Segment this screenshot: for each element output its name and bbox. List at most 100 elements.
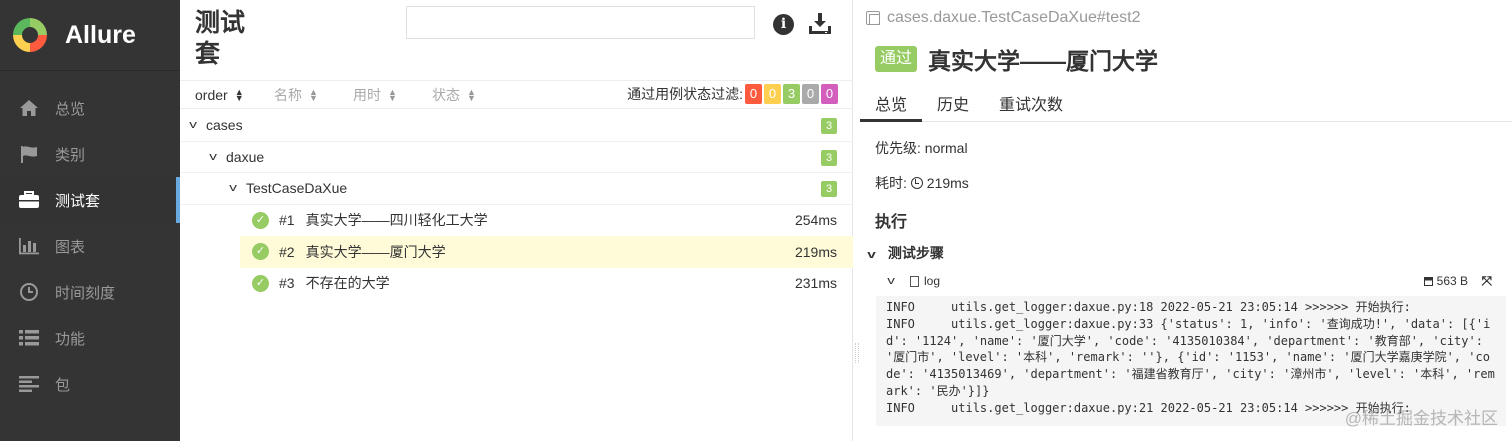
sidebar-item-behaviors[interactable]: 功能	[0, 315, 180, 361]
duration-value: 219ms	[926, 175, 969, 191]
test-case-number: #3	[279, 275, 295, 292]
allure-logo	[13, 18, 47, 52]
filter-badge-skipped[interactable]: 0	[802, 84, 819, 104]
flag-icon	[18, 143, 40, 165]
file-icon	[910, 275, 919, 287]
sidebar-item-label: 包	[55, 376, 71, 394]
sidebar-item-label: 总览	[55, 100, 86, 118]
test-title-text: 真实大学——厦门大学	[928, 48, 1159, 74]
duration-row: 耗时: 219ms	[875, 173, 969, 193]
clock-icon	[910, 177, 923, 189]
sort-label: 名称	[274, 86, 302, 103]
test-case-duration: 219ms	[794, 243, 837, 260]
tree-node-cases[interactable]: v cases 3	[180, 110, 853, 142]
tree-node-label: cases	[206, 117, 243, 134]
tab-history[interactable]: 历史	[922, 84, 984, 122]
sort-arrows-icon: ▲ ▼	[388, 86, 397, 103]
chevron-down-icon: v	[189, 119, 197, 132]
sort-label: order	[195, 86, 228, 103]
attachment-row[interactable]: v log 563 B ⤧	[887, 272, 1502, 290]
test-case-number: #1	[279, 212, 295, 229]
align-left-icon	[18, 373, 40, 395]
sort-label: 用时	[353, 86, 381, 103]
chevron-down-icon: v	[209, 150, 217, 163]
tree-node-daxue[interactable]: v daxue 3	[180, 142, 853, 173]
info-icon[interactable]: i	[773, 14, 794, 35]
sidebar-item-categories[interactable]: 类别	[0, 131, 180, 177]
sort-arrows-icon: ▲ ▼	[467, 86, 476, 103]
brand[interactable]: Allure	[0, 0, 180, 71]
suites-pane: 测试套 i order ▲ ▼ 名称 ▲ ▼ 用时 ▲ ▼ 状态 ▲ ▼ 通过用…	[180, 0, 853, 441]
test-steps-toggle[interactable]: v 测试步骤	[867, 243, 944, 263]
sort-by-name[interactable]: 名称 ▲ ▼	[274, 85, 338, 105]
test-case-row-selected[interactable]: ✓ #2 真实大学——厦门大学 219ms	[240, 236, 853, 268]
sort-by-duration[interactable]: 用时 ▲ ▼	[353, 85, 417, 105]
sidebar-item-label: 测试套	[55, 192, 101, 210]
status-filter: 通过用例状态过滤: 0 0 3 0 0	[627, 84, 838, 104]
tab-retries[interactable]: 重试次数	[984, 84, 1078, 122]
count-badge: 3	[821, 181, 837, 197]
suites-header: 测试套 i	[180, 0, 852, 80]
bar-chart-icon	[18, 235, 40, 257]
filter-badge-broken[interactable]: 0	[764, 84, 781, 104]
test-full-path: cases.daxue.TestCaseDaXue#test2	[866, 9, 1140, 27]
sort-arrows-icon: ▲ ▼	[309, 86, 318, 103]
sidebar-item-suites[interactable]: 测试套	[0, 177, 180, 223]
pane-resize-handle[interactable]	[855, 343, 859, 363]
expand-icon[interactable]: ⤧	[1482, 273, 1492, 289]
sidebar-item-label: 类别	[55, 146, 86, 164]
sort-by-status[interactable]: 状态 ▲ ▼	[432, 85, 496, 105]
sidebar-item-packages[interactable]: 包	[0, 361, 180, 407]
log-line: INFO utils.get_logger:daxue.py:33 {'stat…	[886, 316, 1495, 398]
copy-icon[interactable]	[866, 11, 880, 25]
test-path-text: cases.daxue.TestCaseDaXue#test2	[887, 9, 1141, 26]
chevron-down-icon: v	[229, 182, 237, 195]
status-badge: 通过	[875, 46, 918, 72]
home-icon	[18, 97, 40, 119]
save-icon[interactable]	[1423, 277, 1433, 286]
detail-tabs: 总览 历史 重试次数	[860, 84, 1512, 122]
test-case-row[interactable]: ✓ #1 真实大学——四川轻化工大学 254ms	[180, 205, 853, 237]
sidebar-item-timeline[interactable]: 时间刻度	[0, 269, 180, 315]
watermark: @稀土掘金技术社区	[1344, 409, 1498, 428]
sidebar-item-graphs[interactable]: 图表	[0, 223, 180, 269]
priority-value: normal	[924, 140, 968, 156]
sidebar-item-label: 功能	[55, 330, 86, 348]
attachment-size-value: 563 B	[1436, 274, 1468, 288]
chevron-down-icon: v	[867, 249, 876, 261]
passed-check-icon: ✓	[252, 211, 269, 229]
download-icon[interactable]	[808, 12, 832, 36]
tree-node-label: daxue	[226, 148, 265, 165]
attachment-size: 563 B	[1423, 274, 1468, 288]
page-title: 测试套	[195, 9, 246, 68]
test-case-duration: 254ms	[794, 212, 837, 229]
test-case-number: #2	[279, 243, 295, 260]
attachment-name: log	[924, 274, 941, 288]
test-case-duration: 231ms	[794, 275, 837, 292]
filter-badge-passed[interactable]: 3	[783, 84, 800, 104]
tab-overview[interactable]: 总览	[860, 84, 923, 122]
passed-check-icon: ✓	[252, 274, 269, 292]
passed-check-icon: ✓	[252, 243, 269, 261]
sidebar-item-label: 图表	[55, 238, 86, 256]
brand-name: Allure	[65, 20, 136, 49]
sidebar-item-label: 时间刻度	[55, 284, 116, 302]
filter-badge-failed[interactable]: 0	[745, 84, 762, 104]
execution-heading: 执行	[875, 214, 908, 231]
chevron-down-icon: v	[887, 275, 895, 287]
sort-by-order[interactable]: order ▲ ▼	[195, 87, 259, 103]
sort-label: 状态	[432, 86, 460, 103]
suites-tree: v cases 3 v daxue 3 v TestCaseDaXue 3 ✓ …	[180, 110, 853, 299]
briefcase-icon	[18, 189, 40, 211]
tree-node-testcasedaxue[interactable]: v TestCaseDaXue 3	[180, 173, 853, 205]
test-case-name: 真实大学——四川轻化工大学	[305, 212, 488, 229]
filter-badge-unknown[interactable]: 0	[821, 84, 838, 104]
clock-icon	[18, 281, 40, 303]
sort-arrows-icon: ▲ ▼	[234, 86, 244, 103]
test-steps-label: 测试步骤	[887, 245, 944, 261]
search-input[interactable]	[406, 6, 755, 39]
count-badge: 3	[821, 118, 837, 134]
sidebar-item-overview[interactable]: 总览	[0, 85, 180, 131]
test-case-row[interactable]: ✓ #3 不存在的大学 231ms	[180, 268, 853, 300]
sidebar-nav: 总览 类别 测试套 图表 时间刻度 功能 包	[0, 85, 180, 407]
